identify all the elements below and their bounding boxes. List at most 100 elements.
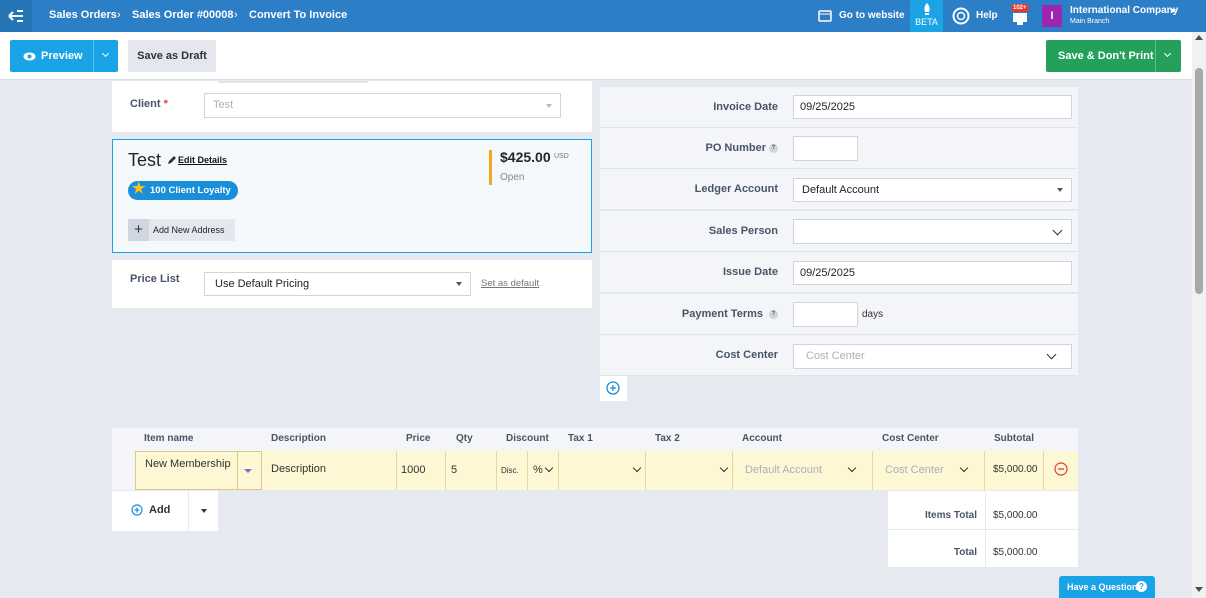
divider	[237, 452, 238, 489]
totals-panel: Items Total $5,000.00 Total $5,000.00	[888, 491, 1078, 567]
breadcrumb-sales-order[interactable]: Sales Order #00008	[132, 9, 234, 21]
save-dont-print-button[interactable]: Save & Don't Print	[1046, 40, 1181, 72]
price-list-select[interactable]: Use Default Pricing	[204, 272, 471, 296]
item-name-value: New Membership	[145, 458, 231, 470]
payment-terms-input[interactable]	[793, 302, 858, 327]
price-list-label: Price List	[130, 273, 180, 285]
discount-input[interactable]: Disc.	[497, 451, 528, 490]
item-dropdown-caret-icon[interactable]	[244, 469, 252, 473]
header-item-name: Item name	[144, 433, 194, 444]
header-account: Account	[742, 433, 782, 444]
breadcrumb-separator-icon: ›	[117, 9, 121, 21]
payment-terms-row: Payment Terms? days	[600, 294, 1078, 335]
caret-down-icon	[201, 509, 207, 513]
subtotal-cell: $5,000.00	[985, 451, 1044, 490]
account-select[interactable]: Default Account	[733, 451, 873, 490]
ledger-account-label: Ledger Account	[694, 183, 778, 195]
client-select-placeholder: Test	[213, 99, 234, 111]
client-label: Client *	[130, 98, 168, 110]
go-to-website-link[interactable]: Go to website	[839, 10, 905, 21]
payment-terms-label: Payment Terms?	[682, 308, 778, 320]
action-toolbar: Preview Save as Draft Save & Don't Print	[0, 32, 1192, 80]
help-question-icon[interactable]: ?	[769, 309, 778, 319]
caret-down-icon	[456, 282, 462, 286]
item-name-cell[interactable]: New Membership	[135, 451, 262, 490]
cost-center-label: Cost Center	[715, 349, 778, 361]
save-dont-print-label: Save & Don't Print	[1058, 50, 1154, 62]
top-navigation-bar: Sales Orders › Sales Order #00008 › Conv…	[0, 0, 1206, 32]
have-a-question-button[interactable]: Have a Question ?	[1059, 576, 1155, 598]
scrollbar-thumb[interactable]	[1195, 68, 1203, 294]
edit-details-link[interactable]: Edit Details	[178, 155, 227, 165]
po-number-input[interactable]	[793, 136, 858, 161]
help-question-icon[interactable]: ?	[769, 143, 778, 153]
menu-toggle-button[interactable]	[0, 0, 32, 32]
pencil-icon	[168, 156, 176, 164]
add-options-dropdown[interactable]	[189, 491, 218, 531]
loyalty-label: 100 Client Loyalty	[150, 185, 231, 196]
row-handle[interactable]	[112, 451, 135, 490]
description-value: Description	[271, 463, 327, 475]
company-name[interactable]: International Company	[1070, 5, 1178, 16]
breadcrumb-sales-orders[interactable]: Sales Orders	[49, 9, 117, 21]
qty-cell[interactable]: 5	[446, 451, 497, 490]
preview-dropdown-chevron-icon[interactable]	[101, 49, 110, 58]
scroll-down-icon[interactable]	[1195, 587, 1203, 592]
currency-label: USD	[554, 153, 569, 160]
scrollbar[interactable]	[1192, 32, 1206, 598]
client-select[interactable]: Test	[204, 93, 561, 118]
help-lifebuoy-icon	[952, 7, 970, 25]
ledger-account-value: Default Account	[802, 184, 880, 196]
discount-type-select[interactable]: %	[528, 451, 559, 490]
chevron-down-icon	[1046, 349, 1057, 360]
plus-circle-icon	[606, 381, 620, 395]
eye-icon	[23, 52, 36, 61]
save-dropdown-chevron-icon[interactable]	[1163, 49, 1172, 58]
preview-button[interactable]: Preview	[10, 40, 118, 72]
set-as-default-link[interactable]: Set as default	[481, 278, 539, 289]
star-icon: ★	[132, 180, 146, 197]
cost-center-cell-select[interactable]: Cost Center	[873, 451, 985, 490]
divider	[888, 529, 1078, 530]
remove-row-button[interactable]	[1044, 451, 1078, 490]
price-value: 1000	[401, 464, 426, 476]
client-balance: $425.00	[500, 149, 551, 165]
caret-down-icon	[1057, 188, 1063, 192]
chevron-down-icon	[719, 463, 729, 473]
account-placeholder: Default Account	[745, 464, 823, 476]
issue-date-field[interactable]: 09/25/2025	[793, 261, 1072, 285]
add-item-button[interactable]: Add	[112, 491, 188, 531]
header-price: Price	[406, 433, 431, 444]
website-icon	[818, 10, 832, 22]
notification-count-badge: 102+	[1011, 4, 1029, 12]
save-as-draft-button[interactable]: Save as Draft	[128, 40, 216, 72]
issue-date-label: Issue Date	[722, 266, 778, 278]
add-field-button[interactable]	[600, 376, 627, 401]
add-new-address-button[interactable]: + Add New Address	[128, 219, 235, 241]
tax2-select[interactable]	[646, 451, 733, 490]
tax1-select[interactable]	[559, 451, 646, 490]
price-cell[interactable]: 1000	[397, 451, 446, 490]
avatar[interactable]: I	[1042, 5, 1062, 27]
breadcrumb-separator-icon: ›	[234, 9, 238, 21]
sales-person-select[interactable]	[793, 219, 1072, 244]
notifications-button[interactable]: 102+	[1011, 4, 1029, 25]
subtotal-value: $5,000.00	[993, 464, 1038, 475]
header-tax2: Tax 2	[655, 433, 680, 444]
total-value: $5,000.00	[993, 547, 1038, 558]
cost-center-select[interactable]: Cost Center	[793, 344, 1072, 369]
loyalty-badge: ★ 100 Client Loyalty	[128, 180, 238, 200]
company-dropdown-icon[interactable]	[1170, 9, 1176, 13]
help-link[interactable]: Help	[976, 10, 998, 21]
price-list-panel: Price List Use Default Pricing Set as de…	[112, 260, 592, 308]
cost-center-row: Cost Center Cost Center	[600, 335, 1078, 376]
chevron-down-icon	[544, 463, 554, 473]
description-cell[interactable]: Description	[262, 451, 397, 490]
ledger-account-select[interactable]: Default Account	[793, 178, 1072, 202]
divider	[1155, 40, 1156, 72]
beta-button[interactable]: BETA	[910, 0, 943, 32]
scroll-up-icon[interactable]	[1195, 35, 1203, 40]
header-discount: Discount	[506, 433, 549, 444]
invoice-date-field[interactable]: 09/25/2025	[793, 95, 1072, 119]
breadcrumb-current: Convert To Invoice	[249, 9, 348, 21]
